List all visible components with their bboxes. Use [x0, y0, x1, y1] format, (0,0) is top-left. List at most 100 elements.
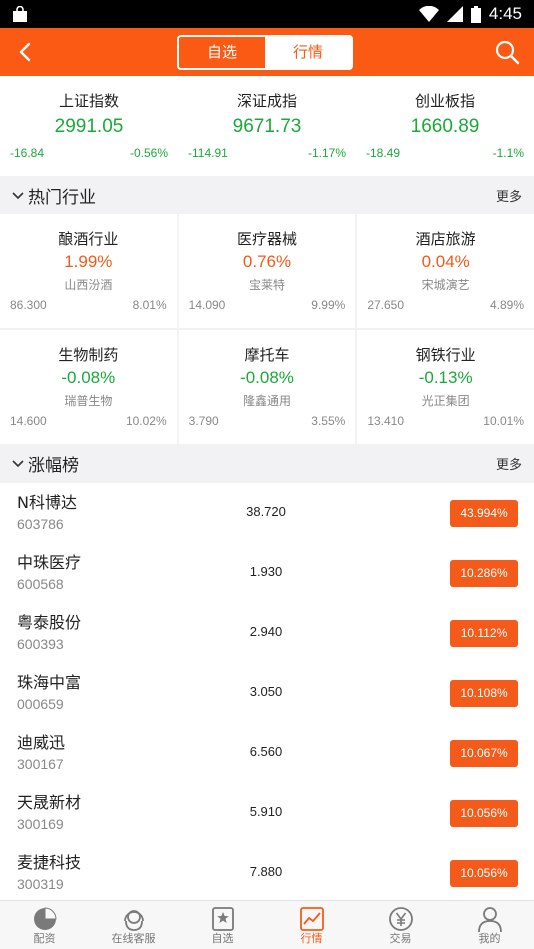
stock-code: 603786 — [17, 516, 64, 532]
leading-stock-price: 3.790 — [188, 414, 219, 428]
tab-margin-finance[interactable]: 配资 — [0, 901, 89, 949]
gainers-list: N科博达 603786 38.720 43.994% 中珠医疗 600568 1… — [0, 483, 534, 903]
shopping-bag-icon — [13, 6, 27, 22]
stock-price: 38.720 — [246, 504, 286, 519]
tab-market[interactable]: 行情 — [267, 901, 356, 949]
stock-price: 3.050 — [249, 684, 283, 699]
index-change: -114.91 — [188, 146, 228, 160]
industry-percent: -0.13% — [418, 368, 473, 387]
search-icon[interactable] — [494, 39, 520, 65]
industry-name: 酿酒行业 — [58, 230, 119, 248]
index-card[interactable]: 深证成指 9671.73 -114.91 -1.17% — [178, 76, 356, 176]
stock-name: 粤泰股份 — [17, 613, 82, 632]
stock-name: 麦捷科技 — [17, 853, 82, 872]
industry-card[interactable]: 酿酒行业 1.99% 山西汾酒 86.300 8.01% — [0, 214, 177, 328]
trend-chart-icon — [299, 907, 324, 931]
stock-name: 迪威迅 — [17, 733, 66, 752]
user-icon — [477, 907, 502, 933]
stock-price: 6.560 — [249, 744, 283, 759]
index-name: 上证指数 — [58, 92, 119, 110]
leading-stock-percent: 3.55% — [311, 414, 346, 428]
list-item[interactable]: 迪威迅 300167 6.560 10.067% — [0, 723, 534, 783]
list-item[interactable]: 天晟新材 300169 5.910 10.056% — [0, 783, 534, 843]
leading-stock: 光正集团 — [421, 394, 470, 408]
industry-grid: 酿酒行业 1.99% 山西汾酒 86.300 8.01% 医疗器械 0.76% … — [0, 214, 534, 444]
leading-stock-percent: 8.01% — [132, 298, 167, 312]
bottom-tab-bar: 配资 在线客服 自选 行情 交易 我的 — [0, 900, 534, 949]
tab-label: 配资 — [33, 932, 56, 945]
industry-card[interactable]: 生物制药 -0.08% 瑞普生物 14.600 10.02% — [0, 330, 177, 444]
tab-label: 我的 — [478, 932, 501, 945]
index-name: 创业板指 — [414, 92, 475, 110]
chevron-down-icon — [12, 460, 24, 468]
industry-name: 钢铁行业 — [415, 346, 476, 364]
index-panel: 上证指数 2991.05 -16.84 -0.56% 深证成指 9671.73 … — [0, 76, 534, 176]
index-change: -16.84 — [10, 146, 45, 160]
index-change: -18.49 — [366, 146, 401, 160]
section-title: 热门行业 — [28, 187, 96, 208]
list-item[interactable]: 麦捷科技 300319 7.880 10.056% — [0, 843, 534, 903]
list-item[interactable]: N科博达 603786 38.720 43.994% — [0, 483, 534, 543]
industry-percent: 0.76% — [242, 252, 292, 271]
tab-watchlist[interactable]: 自选 — [178, 901, 267, 949]
list-item[interactable]: 粤泰股份 600393 2.940 10.112% — [0, 603, 534, 663]
list-item[interactable]: 中珠医疗 600568 1.930 10.286% — [0, 543, 534, 603]
yen-coin-icon — [388, 907, 413, 931]
headset-icon — [123, 910, 144, 931]
index-value: 9671.73 — [232, 116, 302, 137]
percent-badge: 10.112% — [450, 620, 518, 647]
leading-stock-price: 14.600 — [10, 414, 47, 428]
signal-icon — [446, 6, 463, 22]
hot-industries-header[interactable]: 热门行业 更多 — [0, 176, 534, 214]
leading-stock: 宋城演艺 — [421, 278, 470, 292]
index-card[interactable]: 创业板指 1660.89 -18.49 -1.1% — [356, 76, 534, 176]
tab-customer-service[interactable]: 在线客服 — [89, 901, 178, 949]
list-item[interactable]: 珠海中富 000659 3.050 10.108% — [0, 663, 534, 723]
industry-percent: -0.08% — [240, 368, 294, 387]
industry-name: 医疗器械 — [236, 230, 297, 248]
industry-card[interactable]: 摩托车 -0.08% 隆鑫通用 3.790 3.55% — [178, 330, 356, 444]
stock-price: 5.910 — [249, 804, 283, 819]
tab-market[interactable]: 行情 — [265, 37, 351, 68]
stock-code: 600568 — [17, 576, 64, 592]
industry-name: 生物制药 — [58, 346, 119, 364]
clock: 4:45 — [488, 4, 522, 23]
stock-code: 600393 — [17, 636, 64, 652]
leading-stock-percent: 10.02% — [125, 414, 167, 428]
tab-profile[interactable]: 我的 — [445, 901, 534, 949]
stock-price: 7.880 — [249, 864, 283, 879]
index-name: 深证成指 — [236, 92, 297, 110]
back-arrow-icon[interactable] — [14, 40, 38, 64]
gainers-header[interactable]: 涨幅榜 更多 — [0, 444, 534, 482]
pie-chart-icon — [33, 907, 57, 930]
stock-name: 珠海中富 — [17, 673, 82, 692]
tab-trade[interactable]: 交易 — [356, 901, 445, 949]
section-title: 涨幅榜 — [28, 455, 79, 476]
percent-badge: 10.286% — [450, 560, 518, 587]
stock-name: 中珠医疗 — [17, 553, 82, 572]
leading-stock-percent: 9.99% — [311, 298, 346, 312]
index-percent: -1.17% — [307, 146, 346, 160]
stock-name: 天晟新材 — [17, 793, 82, 812]
leading-stock: 山西汾酒 — [64, 278, 113, 292]
index-percent: -0.56% — [129, 146, 168, 160]
tab-watchlist[interactable]: 自选 — [179, 37, 265, 68]
industry-name: 酒店旅游 — [415, 230, 476, 248]
leading-stock: 宝莱特 — [248, 278, 285, 292]
chevron-down-icon — [12, 192, 24, 200]
industry-card[interactable]: 酒店旅游 0.04% 宋城演艺 27.650 4.89% — [357, 214, 534, 328]
industry-card[interactable]: 钢铁行业 -0.13% 光正集团 13.410 10.01% — [357, 330, 534, 444]
industry-card[interactable]: 医疗器械 0.76% 宝莱特 14.090 9.99% — [178, 214, 356, 328]
more-link[interactable]: 更多 — [496, 454, 522, 473]
index-percent: -1.1% — [492, 146, 524, 160]
header-bar: 自选 行情 — [0, 28, 534, 76]
leading-stock-percent: 10.01% — [483, 414, 524, 428]
leading-stock: 隆鑫通用 — [242, 394, 291, 408]
leading-stock-percent: 4.89% — [489, 298, 524, 312]
more-link[interactable]: 更多 — [496, 186, 522, 205]
industry-name: 摩托车 — [244, 346, 290, 364]
percent-badge: 10.108% — [450, 680, 518, 707]
index-value: 1660.89 — [410, 116, 480, 137]
index-card[interactable]: 上证指数 2991.05 -16.84 -0.56% — [0, 76, 178, 176]
industry-percent: 0.04% — [421, 252, 470, 271]
